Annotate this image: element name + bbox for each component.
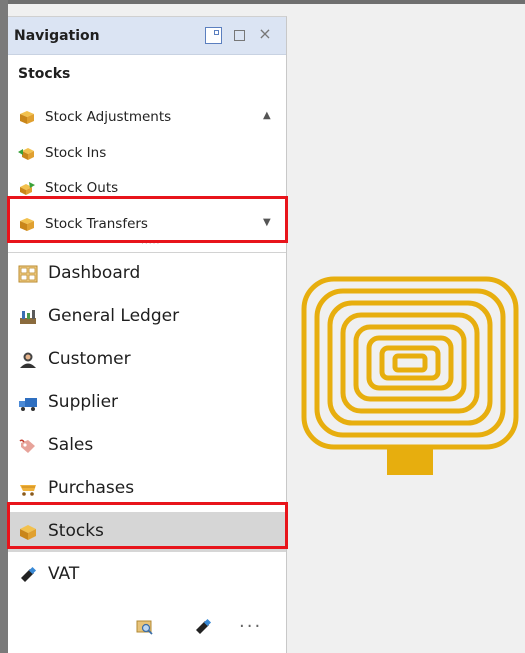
vat-icon[interactable] bbox=[193, 617, 213, 637]
module-label: General Ledger bbox=[48, 306, 180, 326]
stock-item-label: Stock Outs bbox=[45, 180, 119, 196]
sales-icon bbox=[19, 439, 35, 453]
more-options-icon[interactable]: ... bbox=[239, 611, 262, 632]
window-left-border bbox=[0, 0, 8, 653]
module-label: Sales bbox=[48, 435, 94, 455]
close-icon[interactable]: × bbox=[257, 26, 273, 42]
folder-search-icon[interactable] bbox=[135, 617, 155, 637]
module-label: Purchases bbox=[48, 478, 135, 498]
app-logo-icon bbox=[301, 276, 519, 475]
stock-item-label: Stock Ins bbox=[45, 145, 107, 161]
module-label: Customer bbox=[48, 349, 131, 369]
navigation-title: Navigation bbox=[14, 28, 100, 44]
module-sales[interactable]: Sales bbox=[8, 426, 286, 466]
customer-icon bbox=[20, 352, 36, 368]
module-label: Supplier bbox=[48, 392, 119, 412]
module-vat[interactable]: VAT bbox=[8, 555, 286, 595]
dashboard-icon bbox=[18, 265, 38, 283]
box-icon bbox=[20, 111, 34, 124]
group-title: Stocks bbox=[18, 66, 71, 82]
stock-item-ins[interactable]: Stock Ins bbox=[8, 137, 286, 169]
navigation-bottom-bar: ... bbox=[8, 605, 286, 653]
highlight-box bbox=[7, 196, 288, 243]
highlight-box bbox=[7, 502, 288, 549]
stock-in-icon bbox=[18, 148, 34, 160]
module-dashboard[interactable]: Dashboard bbox=[8, 254, 286, 294]
ledger-icon bbox=[20, 310, 36, 324]
supplier-icon bbox=[19, 398, 37, 411]
module-label: VAT bbox=[48, 564, 80, 584]
navigation-panel: Navigation × Stocks Stock Adjustments ▲ … bbox=[8, 16, 287, 653]
window-top-border bbox=[0, 0, 525, 4]
maximize-icon[interactable] bbox=[234, 30, 245, 41]
module-general-ledger[interactable]: General Ledger bbox=[8, 297, 286, 337]
stock-item-label: Stock Adjustments bbox=[45, 109, 172, 125]
stock-item-adjustments[interactable]: Stock Adjustments ▲ bbox=[8, 101, 286, 133]
module-supplier[interactable]: Supplier bbox=[8, 383, 286, 423]
panel-splitter[interactable]: ····· bbox=[8, 239, 286, 253]
stock-out-icon bbox=[20, 182, 35, 195]
pin-icon[interactable] bbox=[205, 27, 222, 44]
navigation-header: Navigation × bbox=[8, 17, 286, 55]
scroll-up-icon[interactable]: ▲ bbox=[263, 110, 271, 121]
module-customer[interactable]: Customer bbox=[8, 340, 286, 380]
module-label: Dashboard bbox=[48, 263, 141, 283]
vat-icon bbox=[21, 566, 37, 582]
purchases-icon bbox=[20, 485, 36, 496]
